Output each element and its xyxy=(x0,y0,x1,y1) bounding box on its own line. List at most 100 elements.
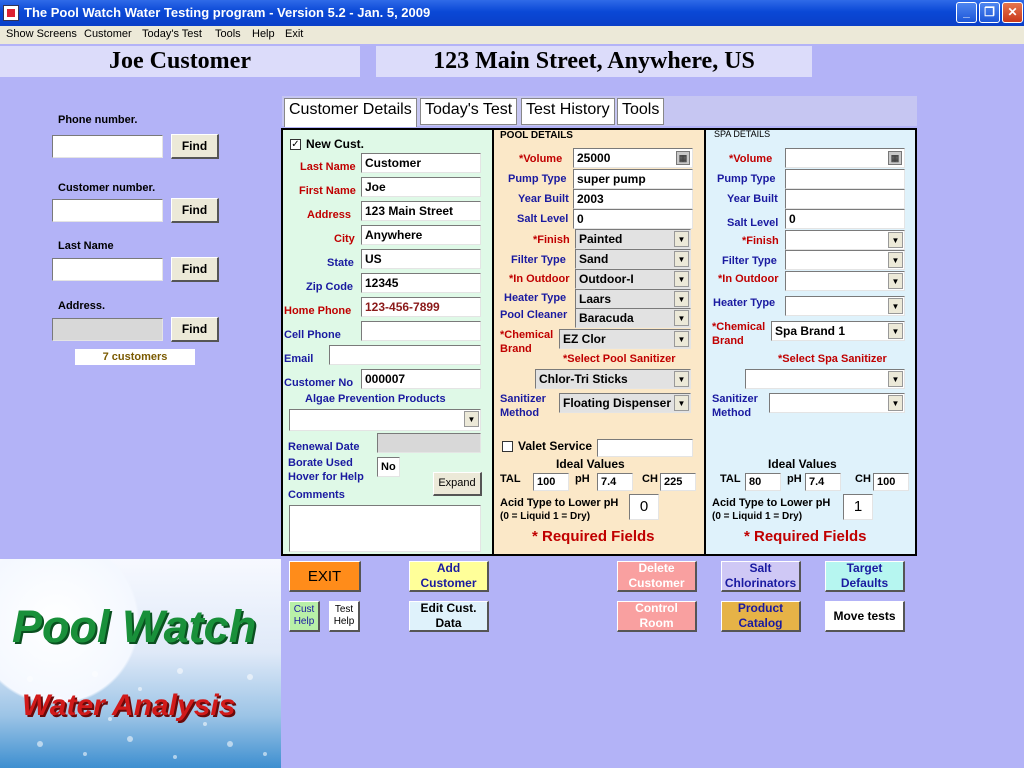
spa-salt-field[interactable]: 0 xyxy=(785,209,905,229)
spa-finish-select[interactable]: ▼ xyxy=(785,230,905,250)
pool-volume-field[interactable]: 25000 ▦ xyxy=(573,148,693,168)
pool-pump-field[interactable]: super pump xyxy=(573,169,693,189)
customer-number-search-label: Customer number. xyxy=(58,182,156,194)
spa-tal-field[interactable]: 80 xyxy=(745,473,781,491)
chevron-down-icon[interactable]: ▼ xyxy=(674,371,689,387)
maximize-button[interactable]: ❐ xyxy=(979,2,1000,23)
move-tests-button[interactable]: Move tests xyxy=(825,601,905,632)
delete-customer-button[interactable]: Delete Customer xyxy=(617,561,697,592)
menu-help[interactable]: Help xyxy=(252,28,275,40)
phone-search-input[interactable] xyxy=(52,135,163,158)
pool-sanitizer-select[interactable]: Chlor-Tri Sticks ▼ xyxy=(535,369,691,389)
comments-field[interactable] xyxy=(289,505,481,552)
customer-no-field[interactable]: 000007 xyxy=(361,369,481,389)
address-field[interactable]: 123 Main Street xyxy=(361,201,481,221)
tab-test-history[interactable]: Test History xyxy=(521,98,615,125)
new-cust-checkbox[interactable]: ✓ xyxy=(290,139,301,150)
chevron-down-icon[interactable]: ▼ xyxy=(888,298,903,314)
salt-chlorinators-button[interactable]: Salt Chlorinators xyxy=(721,561,801,592)
close-button[interactable]: ✕ xyxy=(1002,2,1023,23)
expand-button[interactable]: Expand xyxy=(433,472,482,496)
exit-button[interactable]: EXIT xyxy=(289,561,361,592)
pool-salt-field[interactable]: 0 xyxy=(573,209,693,229)
customer-number-search-input[interactable] xyxy=(52,199,163,222)
chevron-down-icon[interactable]: ▼ xyxy=(674,331,689,347)
target-defaults-button[interactable]: Target Defaults xyxy=(825,561,905,592)
last-name-search-input[interactable] xyxy=(52,258,163,281)
chevron-down-icon[interactable]: ▼ xyxy=(674,395,689,411)
calculator-icon[interactable]: ▦ xyxy=(676,151,690,165)
borate-used-field[interactable]: No xyxy=(377,457,400,477)
state-field[interactable]: US xyxy=(361,249,481,269)
find-address-button[interactable]: Find xyxy=(171,317,219,342)
pool-year-field[interactable]: 2003 xyxy=(573,189,693,209)
chevron-down-icon[interactable]: ▼ xyxy=(888,232,903,248)
chevron-down-icon[interactable]: ▼ xyxy=(888,252,903,268)
spa-chemical-brand-select[interactable]: Spa Brand 1 ▼ xyxy=(771,321,905,341)
chevron-down-icon[interactable]: ▼ xyxy=(464,411,479,427)
menu-tools[interactable]: Tools xyxy=(215,28,241,40)
zip-code-field[interactable]: 12345 xyxy=(361,273,481,293)
chevron-down-icon[interactable]: ▼ xyxy=(674,231,689,247)
find-last-name-button[interactable]: Find xyxy=(171,257,219,282)
chevron-down-icon[interactable]: ▼ xyxy=(888,395,903,411)
menu-customer[interactable]: Customer xyxy=(84,28,132,40)
chevron-down-icon[interactable]: ▼ xyxy=(674,251,689,267)
chevron-down-icon[interactable]: ▼ xyxy=(888,323,903,339)
chevron-down-icon[interactable]: ▼ xyxy=(674,310,689,326)
menu-show-screens[interactable]: Show Screens xyxy=(6,28,77,40)
tab-todays-test[interactable]: Today's Test xyxy=(420,98,518,125)
calculator-icon[interactable]: ▦ xyxy=(888,151,902,165)
test-help-button[interactable]: Test Help xyxy=(329,601,360,632)
spa-ch-field[interactable]: 100 xyxy=(873,473,909,491)
pool-tal-field[interactable]: 100 xyxy=(533,473,569,491)
chevron-down-icon[interactable]: ▼ xyxy=(674,291,689,307)
algae-products-select[interactable]: ▼ xyxy=(289,409,481,431)
find-customer-number-button[interactable]: Find xyxy=(171,198,219,223)
spa-acid-field[interactable]: 1 xyxy=(843,494,873,520)
chevron-down-icon[interactable]: ▼ xyxy=(888,371,903,387)
chevron-down-icon[interactable]: ▼ xyxy=(888,273,903,289)
cust-help-button[interactable]: Cust Help xyxy=(289,601,320,632)
pool-ph-field[interactable]: 7.4 xyxy=(597,473,633,491)
pool-ch-field[interactable]: 225 xyxy=(660,473,696,491)
find-phone-button[interactable]: Find xyxy=(171,134,219,159)
edit-customer-data-button[interactable]: Edit Cust. Data xyxy=(409,601,489,632)
minimize-button[interactable]: _ xyxy=(956,2,977,23)
pool-finish-select[interactable]: Painted ▼ xyxy=(575,229,691,249)
home-phone-field[interactable]: 123-456-7899 xyxy=(361,297,481,317)
cell-phone-field[interactable] xyxy=(361,321,481,341)
pool-chemical-brand-select[interactable]: EZ Clor ▼ xyxy=(559,329,691,349)
tab-customer-details[interactable]: Customer Details xyxy=(284,98,417,127)
chevron-down-icon[interactable]: ▼ xyxy=(674,271,689,287)
menu-exit[interactable]: Exit xyxy=(285,28,303,40)
spa-heater-select[interactable]: ▼ xyxy=(785,296,905,316)
pool-filter-select[interactable]: Sand ▼ xyxy=(575,249,691,269)
city-field[interactable]: Anywhere xyxy=(361,225,481,245)
spa-year-field[interactable] xyxy=(785,189,905,209)
spa-volume-field[interactable]: ▦ xyxy=(785,148,905,168)
first-name-field[interactable]: Joe xyxy=(361,177,481,197)
valet-service-checkbox[interactable] xyxy=(502,441,513,452)
address-search-input[interactable] xyxy=(52,318,163,341)
pool-sanitizer-method-select[interactable]: Floating Dispenser ▼ xyxy=(559,393,691,413)
control-room-button[interactable]: Control Room xyxy=(617,601,697,632)
email-field[interactable] xyxy=(329,345,481,365)
pool-cleaner-select[interactable]: Baracuda ▼ xyxy=(575,308,691,328)
tab-tools[interactable]: Tools xyxy=(617,98,665,125)
valet-service-field[interactable] xyxy=(597,439,693,457)
spa-ph-field[interactable]: 7.4 xyxy=(805,473,841,491)
renewal-date-field[interactable] xyxy=(377,433,481,453)
pool-heater-select[interactable]: Laars ▼ xyxy=(575,289,691,309)
spa-sanitizer-method-select[interactable]: ▼ xyxy=(769,393,905,413)
add-customer-button[interactable]: Add Customer xyxy=(409,561,489,592)
menu-todays-test[interactable]: Today's Test xyxy=(142,28,202,40)
last-name-field[interactable]: Customer xyxy=(361,153,481,173)
pool-outdoor-select[interactable]: Outdoor-I ▼ xyxy=(575,269,691,289)
spa-filter-select[interactable]: ▼ xyxy=(785,250,905,270)
spa-pump-field[interactable] xyxy=(785,169,905,189)
spa-sanitizer-select[interactable]: ▼ xyxy=(745,369,905,389)
product-catalog-button[interactable]: Product Catalog xyxy=(721,601,801,632)
spa-outdoor-select[interactable]: ▼ xyxy=(785,271,905,291)
pool-acid-field[interactable]: 0 xyxy=(629,494,659,520)
